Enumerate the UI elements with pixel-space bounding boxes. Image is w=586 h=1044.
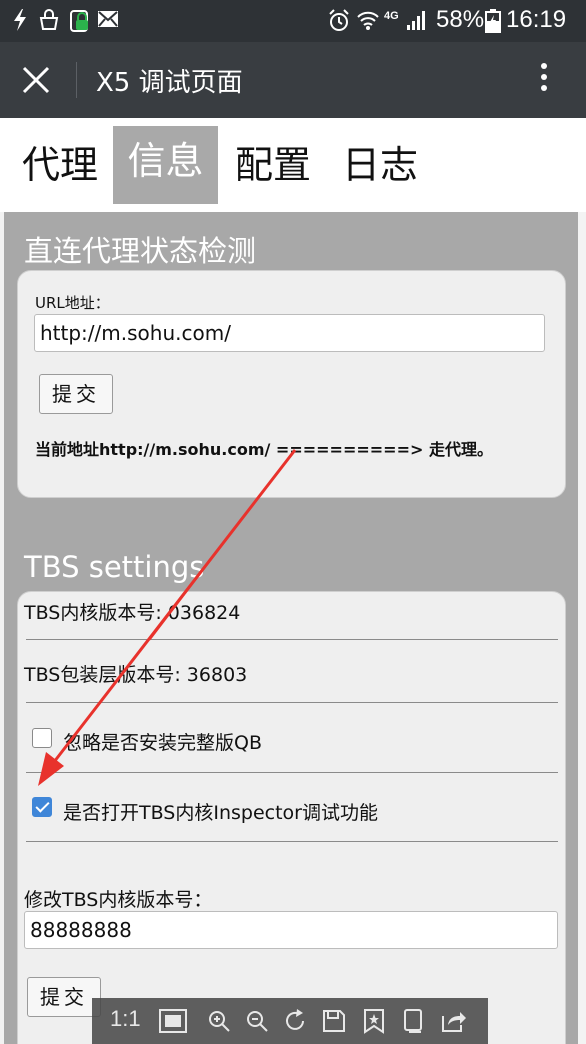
flash-icon	[14, 9, 26, 31]
inspector-checkbox[interactable]	[32, 797, 52, 817]
right-edge	[578, 212, 586, 1044]
wifi-icon	[357, 11, 379, 30]
copy-icon[interactable]	[400, 1008, 426, 1034]
rotate-icon[interactable]	[283, 1008, 309, 1034]
save-icon[interactable]	[321, 1008, 347, 1034]
mail-icon	[98, 11, 118, 27]
version-submit-button[interactable]: 提交	[27, 977, 101, 1017]
tbs-section-heading: TBS settings	[24, 550, 205, 584]
tab-proxy[interactable]: 代理	[14, 126, 106, 204]
divider	[26, 772, 558, 773]
divider	[26, 639, 558, 640]
battery-percent: 58%	[436, 6, 485, 33]
title-divider	[76, 62, 77, 98]
network-type: 4G	[384, 10, 399, 22]
url-input[interactable]: http://m.sohu.com/	[34, 314, 545, 352]
zoom-in-icon[interactable]	[206, 1008, 232, 1034]
fit-screen-icon[interactable]	[158, 1008, 188, 1034]
bag-icon	[39, 9, 59, 30]
tbs-core-version: TBS内核版本号: 036824	[24, 602, 241, 624]
alarm-icon	[329, 9, 349, 31]
tab-info[interactable]: 信息	[113, 126, 218, 204]
signal-icon	[407, 11, 425, 30]
share-icon[interactable]	[440, 1008, 468, 1034]
title-bar: X5 调试页面	[0, 42, 586, 118]
clock-time: 16:19	[506, 6, 567, 33]
divider	[26, 841, 558, 842]
bookmark-icon[interactable]	[361, 1008, 387, 1034]
ignore-qb-label: 忽略是否安装完整版QB	[63, 732, 262, 754]
proxy-section-heading: 直连代理状态检测	[24, 234, 257, 268]
page-title: X5 调试页面	[96, 68, 243, 98]
status-bar: 4G 58% 16:19	[0, 0, 586, 42]
divider	[26, 702, 558, 703]
proxy-submit-button[interactable]: 提交	[39, 374, 113, 414]
proxy-result-text: 当前地址http://m.sohu.com/ ==========> 走代理。	[35, 440, 493, 459]
url-label: URL地址：	[35, 294, 110, 312]
proxy-check-card: URL地址： http://m.sohu.com/ 提交 当前地址http://…	[17, 270, 566, 498]
modify-version-label: 修改TBS内核版本号：	[24, 889, 213, 911]
battery-icon	[485, 9, 501, 33]
zoom-1-1-button[interactable]: 1:1	[110, 1006, 141, 1032]
zoom-out-icon[interactable]	[244, 1008, 270, 1034]
tab-bar: 代理 信息 配置 日志	[0, 118, 586, 212]
image-viewer-toolbar: 1:1	[92, 998, 488, 1044]
ignore-qb-checkbox[interactable]	[32, 728, 52, 748]
inspector-label: 是否打开TBS内核Inspector调试功能	[63, 802, 378, 824]
secure-app-icon	[70, 10, 88, 32]
tab-config[interactable]: 配置	[227, 126, 319, 204]
close-icon[interactable]	[14, 58, 58, 102]
main-content: 直连代理状态检测 URL地址： http://m.sohu.com/ 提交 当前…	[4, 212, 578, 1044]
version-input[interactable]: 88888888	[24, 911, 558, 949]
tbs-settings-card: TBS内核版本号: 036824 TBS包装层版本号: 36803 忽略是否安装…	[17, 591, 566, 1044]
more-vertical-icon[interactable]	[530, 58, 558, 102]
tab-log[interactable]: 日志	[334, 126, 426, 204]
tbs-wrapper-version: TBS包装层版本号: 36803	[24, 664, 248, 686]
